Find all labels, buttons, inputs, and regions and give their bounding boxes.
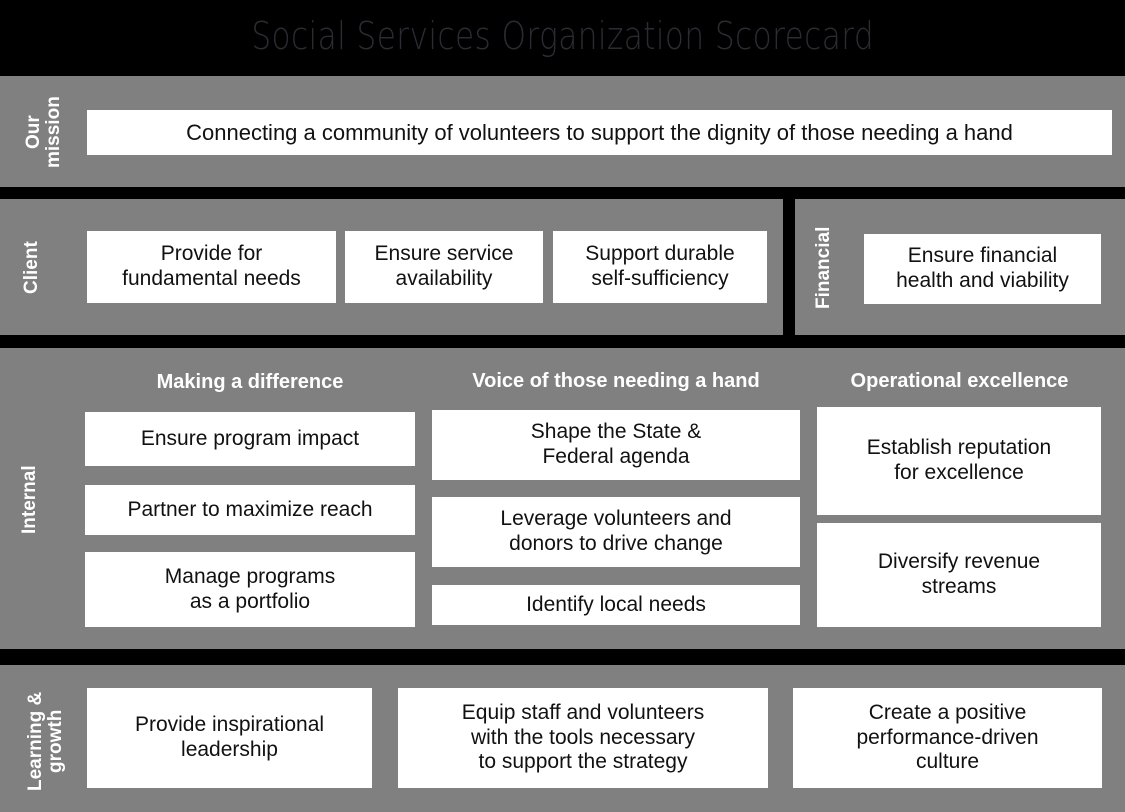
objective-learning-2[interactable]: Equip staff and volunteers with the tool… xyxy=(398,688,768,788)
page-title: Social Services Organization Scorecard xyxy=(251,14,874,58)
scorecard-root: Social Services Organization Scorecard O… xyxy=(0,0,1125,812)
perspective-label-financial: Financial xyxy=(813,226,834,310)
objective-internal-c1-3[interactable]: Manage programs as a portfolio xyxy=(85,552,415,627)
objective-mission-1[interactable]: Connecting a community of volunteers to … xyxy=(87,110,1112,155)
objective-internal-c1-1[interactable]: Ensure program impact xyxy=(85,412,415,466)
internal-column-header-3: Operational excellence xyxy=(850,370,1069,392)
objective-internal-c2-2[interactable]: Leverage volunteers and donors to drive … xyxy=(432,497,800,567)
objective-client-1[interactable]: Provide for fundamental needs xyxy=(87,231,336,303)
objective-internal-c1-2[interactable]: Partner to maximize reach xyxy=(85,485,415,535)
objective-internal-c3-2[interactable]: Diversify revenue streams xyxy=(817,523,1101,627)
objective-financial-1[interactable]: Ensure financial health and viability xyxy=(864,234,1101,304)
objective-client-3[interactable]: Support durable self-sufficiency xyxy=(553,231,767,303)
objective-internal-c2-3[interactable]: Identify local needs xyxy=(432,585,800,625)
perspective-label-client: Client xyxy=(21,241,42,295)
objective-internal-c2-1[interactable]: Shape the State & Federal agenda xyxy=(432,410,800,480)
objective-client-2[interactable]: Ensure service availability xyxy=(345,231,543,303)
internal-column-header-2: Voice of those needing a hand xyxy=(472,370,760,392)
objective-internal-c3-1[interactable]: Establish reputation for excellence xyxy=(817,407,1101,515)
title-bar: Social Services Organization Scorecard xyxy=(0,0,1125,72)
perspective-label-mission: Our mission xyxy=(23,96,65,168)
perspective-label-internal: Internal xyxy=(19,465,40,535)
objective-learning-1[interactable]: Provide inspirational leadership xyxy=(87,688,372,788)
perspective-label-learning: Learning & growth xyxy=(25,691,67,791)
internal-column-header-1: Making a difference xyxy=(156,371,344,393)
objective-learning-3[interactable]: Create a positive performance-driven cul… xyxy=(793,688,1102,788)
